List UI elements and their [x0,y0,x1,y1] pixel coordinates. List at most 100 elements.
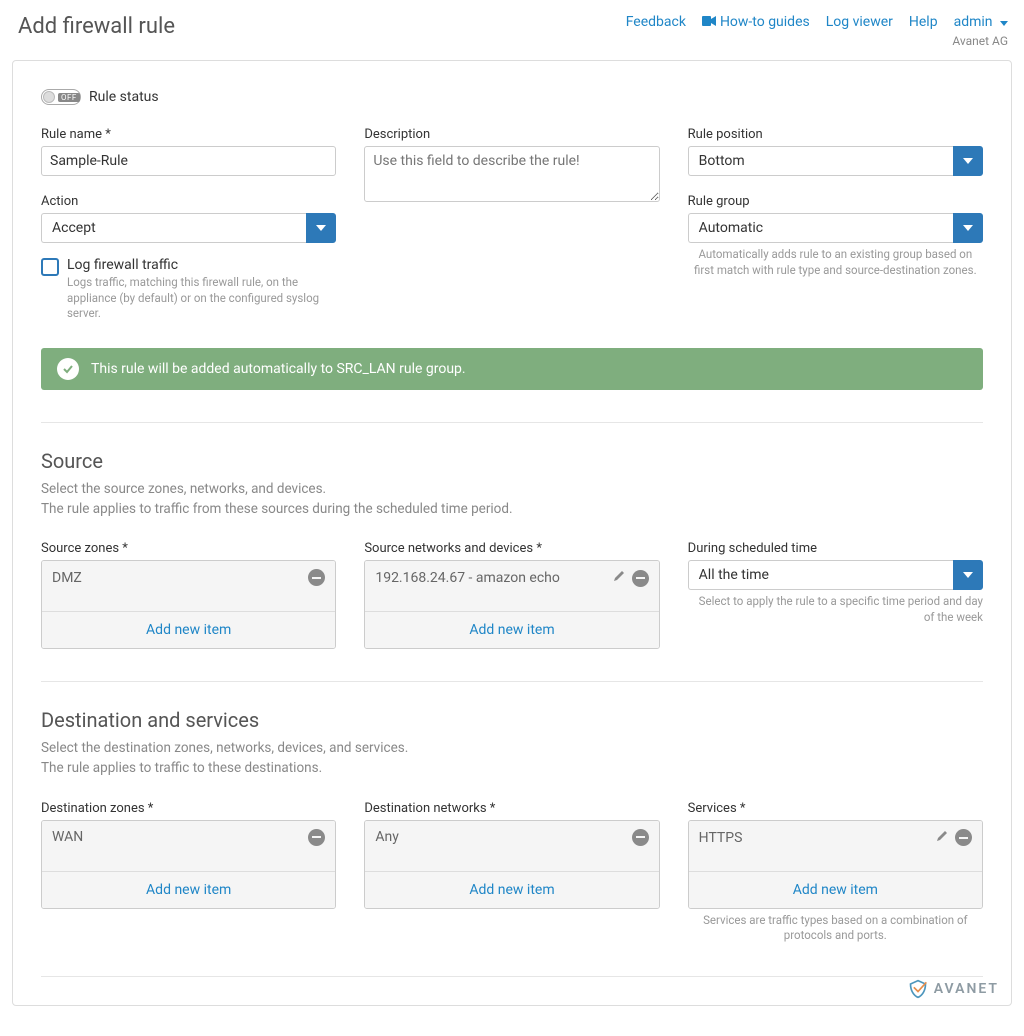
source-zones-label: Source zones [41,541,336,556]
howto-link[interactable]: How-to guides [702,14,810,30]
log-traffic-checkbox[interactable] [41,258,59,276]
list-item: DMZ [42,561,335,594]
dest-networks-label: Destination networks [364,801,659,816]
services-col: Services HTTPS Add new item Serv [688,801,983,944]
list-item: HTTPS [689,821,982,855]
rule-position-label: Rule position [688,127,983,142]
add-source-zone-button[interactable]: Add new item [42,611,335,648]
source-title: Source [41,449,983,473]
description-label: Description [364,127,659,142]
log-traffic-label: Log firewall traffic [67,257,336,273]
add-dest-network-button[interactable]: Add new item [365,871,658,908]
add-service-button[interactable]: Add new item [689,871,982,908]
sched-value: All the time [688,560,953,590]
action-dropdown-button[interactable] [306,213,336,243]
source-zones-box: DMZ Add new item [41,560,336,649]
remove-icon[interactable] [632,570,649,587]
source-networks-col: Source networks and devices 192.168.24.6… [364,541,659,649]
list-item: Any [365,821,658,854]
caret-down-icon [963,572,973,578]
source-sched-col: During scheduled time All the time Selec… [688,541,983,649]
user-label: admin [954,14,993,30]
toggle-knob-icon [43,91,55,103]
rule-position-select[interactable]: Bottom [688,146,983,176]
basic-row: Rule name Action Accept Log firewall tra… [41,127,983,322]
caret-down-icon [316,225,326,231]
dest-networks-col: Destination networks Any Add new item [364,801,659,944]
rule-group-select[interactable]: Automatic [688,213,983,243]
source-zones-col: Source zones DMZ Add new item [41,541,336,649]
edit-icon[interactable] [612,569,626,587]
user-menu[interactable]: admin [954,14,1008,30]
info-banner: This rule will be added automatically to… [41,348,983,390]
rule-position-dropdown-button[interactable] [953,146,983,176]
rule-status-label: Rule status [89,89,159,105]
check-circle-icon [57,358,79,380]
action-select[interactable]: Accept [41,213,336,243]
dest-title: Destination and services [41,708,983,732]
rule-group-label: Rule group [688,194,983,209]
add-dest-zone-button[interactable]: Add new item [42,871,335,908]
log-traffic-row: Log firewall traffic Logs traffic, match… [41,257,336,322]
rule-position-value: Bottom [688,146,953,176]
services-help: Services are traffic types based on a co… [688,913,983,944]
services-label: Services [688,801,983,816]
rule-name-input[interactable] [41,146,336,176]
watermark: AVANET [908,979,999,999]
source-networks-label: Source networks and devices [364,541,659,556]
rule-status-row: OFF Rule status [41,89,983,105]
caret-down-icon [963,225,973,231]
dest-desc: Select the destination zones, networks, … [41,738,983,779]
source-row: Source zones DMZ Add new item Source net… [41,541,983,649]
caret-down-icon [963,158,973,164]
rule-group-help: Automatically adds rule to an existing g… [688,247,983,278]
feedback-link[interactable]: Feedback [626,14,686,30]
video-camera-icon [702,14,716,30]
source-networks-box: 192.168.24.67 - amazon echo Add new item [364,560,659,649]
brand-sublabel: Avanet AG [952,34,1008,48]
rule-group-value: Automatic [688,213,953,243]
dest-zones-box: WAN Add new item [41,820,336,909]
help-link[interactable]: Help [909,14,938,30]
dest-zones-col: Destination zones WAN Add new item [41,801,336,944]
rule-group-dropdown-button[interactable] [953,213,983,243]
topbar: Add firewall rule Feedback How-to guides… [0,0,1024,54]
sched-label: During scheduled time [688,541,983,556]
log-traffic-help: Logs traffic, matching this firewall rul… [67,275,336,322]
logviewer-link[interactable]: Log viewer [826,14,893,30]
main-panel: OFF Rule status Rule name Action Accept … [12,60,1012,1006]
list-item: 192.168.24.67 - amazon echo [365,561,658,595]
separator [41,976,983,977]
page-title: Add firewall rule [18,14,175,39]
list-item-label: DMZ [52,570,82,586]
separator [41,681,983,682]
edit-icon[interactable] [935,829,949,847]
banner-text: This rule will be added automatically to… [91,361,466,377]
remove-icon[interactable] [308,569,325,586]
list-item: WAN [42,821,335,854]
caret-down-icon [1000,14,1008,30]
services-box: HTTPS Add new item [688,820,983,909]
top-links: Feedback How-to guides Log viewer Help a… [626,14,1008,48]
shield-icon [908,979,928,999]
dest-row: Destination zones WAN Add new item Desti… [41,801,983,944]
dest-networks-box: Any Add new item [364,820,659,909]
howto-label: How-to guides [720,14,810,30]
sched-dropdown-button[interactable] [953,560,983,590]
col-right: Rule position Bottom Rule group Automati… [688,127,983,322]
toggle-off-label: OFF [58,93,80,102]
watermark-text: AVANET [934,981,999,997]
add-source-network-button[interactable]: Add new item [365,611,658,648]
remove-icon[interactable] [955,829,972,846]
rule-name-label: Rule name [41,127,336,142]
sched-help: Select to apply the rule to a specific t… [688,594,983,625]
dest-zones-label: Destination zones [41,801,336,816]
separator [41,422,983,423]
col-middle: Description [364,127,659,322]
col-left: Rule name Action Accept Log firewall tra… [41,127,336,322]
action-label: Action [41,194,336,209]
action-value: Accept [41,213,306,243]
description-textarea[interactable] [364,146,659,202]
sched-select[interactable]: All the time [688,560,983,590]
rule-status-toggle[interactable]: OFF [41,89,81,105]
